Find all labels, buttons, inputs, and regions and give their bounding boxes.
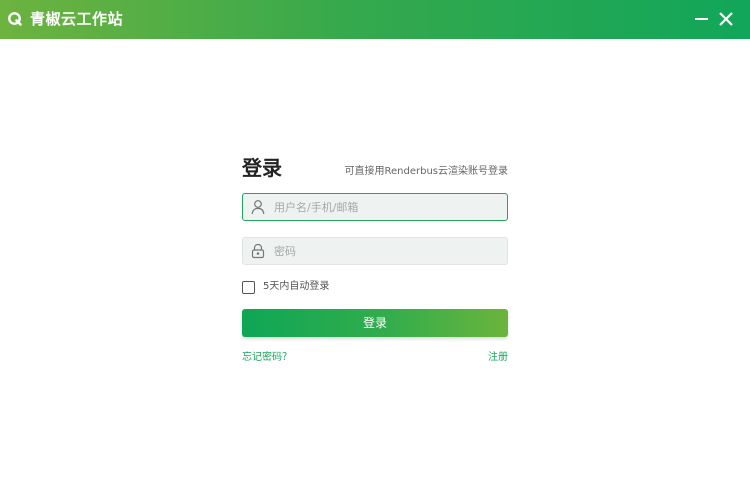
auto-login-checkbox[interactable]: 5天内自动登录: [242, 280, 329, 294]
checkbox-box[interactable]: [242, 280, 255, 294]
register-link[interactable]: 注册: [488, 351, 508, 365]
login-heading: 登录: [242, 156, 282, 180]
auto-login-label[interactable]: 5天内自动登录: [263, 280, 329, 294]
app-window: 青椒云工作站 登录 可直接用Renderbus云渲染账号登录 用户名/手机/邮箱…: [0, 0, 750, 494]
minimize-icon[interactable]: [692, 9, 712, 29]
user-icon: [251, 200, 265, 215]
close-icon[interactable]: [716, 9, 736, 29]
app-logo-icon: [8, 12, 22, 26]
password-input[interactable]: [274, 241, 494, 261]
title-bar[interactable]: 青椒云工作站: [0, 0, 750, 39]
app-title: 青椒云工作站: [30, 10, 124, 28]
login-button[interactable]: 登录: [242, 309, 508, 337]
lock-icon: [251, 243, 265, 259]
username-input[interactable]: [274, 197, 494, 217]
login-hint-text: 可直接用Renderbus云渲染账号登录: [344, 166, 509, 177]
username-field[interactable]: [242, 193, 508, 221]
forgot-password-link[interactable]: 忘记密码？: [242, 351, 292, 365]
password-field[interactable]: [242, 237, 508, 265]
